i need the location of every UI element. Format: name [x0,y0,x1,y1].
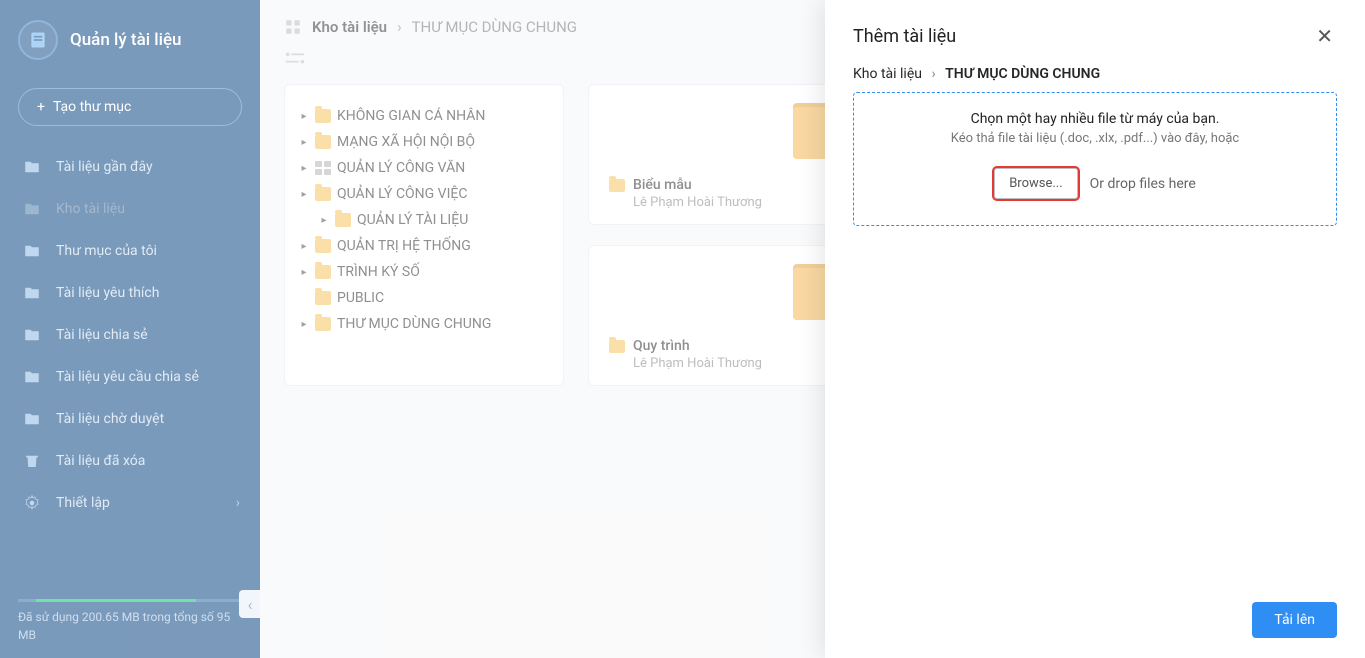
caret-icon: ▸ [299,189,309,200]
nav-my-folders[interactable]: Thư mục của tôi [0,230,260,272]
nav-label: Tài liệu yêu cầu chia sẻ [56,369,199,385]
nav-pending-approval[interactable]: Tài liệu chờ duyệt [0,398,260,440]
nav-shared-docs[interactable]: Tài liệu chia sẻ [0,314,260,356]
caret-icon: ▸ [299,241,309,252]
nav-label: Kho tài liệu [56,201,125,217]
panel-breadcrumb: Kho tài liệu › THƯ MỤC DÙNG CHUNG [853,66,1337,82]
tree-item[interactable]: ▸ QUẢN LÝ CÔNG VIỆC [293,181,555,207]
folder-icon [315,187,331,201]
tree-label: THƯ MỤC DÙNG CHUNG [337,316,491,332]
tree-item[interactable]: ▸ MẠNG XÃ HỘI NỘI BỘ [293,129,555,155]
caret-icon: ▸ [319,215,329,226]
tree-item[interactable]: ▸ QUẢN LÝ CÔNG VĂN [293,155,555,181]
nav-label: Tài liệu gần đây [56,159,153,175]
dropzone-or-text: Or drop files here [1090,176,1196,192]
breadcrumb-root[interactable]: Kho tài liệu [312,18,387,36]
nav-doc-store[interactable]: Kho tài liệu [0,188,260,230]
tree-label: QUẢN LÝ CÔNG VĂN [337,160,465,176]
tree-item[interactable]: ▸ THƯ MỤC DÙNG CHUNG [293,311,555,337]
dropzone-heading: Chọn một hay nhiều file từ máy của bạn. [866,111,1324,127]
create-folder-button[interactable]: + Tạo thư mục [18,88,242,126]
gear-icon [22,494,42,512]
panel-bc-root[interactable]: Kho tài liệu [853,66,922,82]
app-icon [315,161,331,175]
app-logo-icon [18,20,58,60]
nav-label: Tài liệu đã xóa [56,453,145,469]
nav-label: Thiết lập [56,495,110,511]
trash-icon [22,452,42,470]
panel-title: Thêm tài liệu [853,26,956,47]
file-dropzone[interactable]: Chọn một hay nhiều file từ máy của bạn. … [853,92,1337,226]
folder-tree: ▸KHÔNG GIAN CÁ NHÂN ▸MẠNG XÃ HỘI NỘI BỘ … [284,84,564,386]
nav-settings[interactable]: Thiết lập [0,482,260,524]
app-title: Quản lý tài liệu [70,30,182,50]
tree-label: MẠNG XÃ HỘI NỘI BỘ [337,134,475,150]
close-icon: ✕ [1316,24,1333,48]
folder-pending-icon [22,410,42,428]
folder-card-title: Biểu mẫu [633,177,692,193]
browse-button[interactable]: Browse... [994,168,1077,199]
collapse-sidebar-button[interactable]: ‹ [239,590,261,618]
folder-icon [315,109,331,123]
close-button[interactable]: ✕ [1312,20,1337,52]
archive-icon [22,200,42,218]
dropzone-subtext: Kéo thả file tài liệu (.doc, .xlx, .pdf.… [866,131,1324,146]
caret-icon: ▸ [299,111,309,122]
storage-footer: Đã sử dụng 200.65 MB trong tổng số 95 MB [0,585,260,658]
folder-icon [315,265,331,279]
caret-icon: ▸ [299,163,309,174]
grid-icon [284,18,302,36]
folder-icon [609,340,625,353]
chevron-left-icon: ‹ [248,595,253,614]
tree-item[interactable]: ▸ TRÌNH KÝ SỐ [293,259,555,285]
tree-label: QUẢN LÝ CÔNG VIỆC [337,186,467,202]
nav-label: Tài liệu yêu thích [56,285,159,301]
tree-label: QUẢN LÝ TÀI LIỆU [357,212,468,228]
tree-label: TRÌNH KÝ SỐ [337,264,420,280]
chevron-right-icon: › [931,66,935,82]
folder-user-icon [22,242,42,260]
storage-bar [18,599,242,602]
folder-clock-icon [22,158,42,176]
caret-icon [299,293,309,304]
tree-item[interactable]: ▸ QUẢN TRỊ HỆ THỐNG [293,233,555,259]
tree-item[interactable]: ▸ KHÔNG GIAN CÁ NHÂN [293,103,555,129]
sidebar: Quản lý tài liệu + Tạo thư mục Tài liệu … [0,0,260,658]
sidebar-header: Quản lý tài liệu [0,0,260,80]
caret-icon: ▸ [299,319,309,330]
panel-bc-current: THƯ MỤC DÙNG CHUNG [945,66,1100,82]
folder-share-icon [22,326,42,344]
upload-button[interactable]: Tải lên [1252,602,1337,638]
tree-item[interactable]: PUBLIC [293,285,555,311]
caret-icon: ▸ [299,137,309,148]
nav-share-requests[interactable]: Tài liệu yêu cầu chia sẻ [0,356,260,398]
folder-icon [315,317,331,331]
nav-label: Tài liệu chờ duyệt [56,411,164,427]
breadcrumb-current: THƯ MỤC DÙNG CHUNG [412,18,577,36]
nav-recent-docs[interactable]: Tài liệu gần đây [0,146,260,188]
tree-label: QUẢN TRỊ HỆ THỐNG [337,238,471,254]
nav-label: Thư mục của tôi [56,243,157,259]
folder-card-title: Quy trình [633,338,690,354]
nav-trash[interactable]: Tài liệu đã xóa [0,440,260,482]
filter-icon[interactable] [284,50,306,66]
folder-icon [315,135,331,149]
tree-label: PUBLIC [337,290,384,306]
folder-icon [609,179,625,192]
create-folder-label: Tạo thư mục [53,99,131,115]
nav-label: Tài liệu chia sẻ [56,327,148,343]
folder-icon [315,239,331,253]
storage-text: Đã sử dụng 200.65 MB trong tổng số 95 MB [18,608,242,644]
folder-star-icon [22,284,42,302]
folder-icon [335,213,351,227]
tree-item[interactable]: ▸ QUẢN LÝ TÀI LIỆU [293,207,555,233]
nav-favorite-docs[interactable]: Tài liệu yêu thích [0,272,260,314]
chevron-right-icon: › [397,18,402,36]
tree-label: KHÔNG GIAN CÁ NHÂN [337,108,485,124]
folder-icon [315,291,331,305]
caret-icon: ▸ [299,267,309,278]
add-document-panel: Thêm tài liệu ✕ Kho tài liệu › THƯ MỤC D… [825,0,1365,658]
folder-request-icon [22,368,42,386]
plus-icon: + [37,99,45,115]
